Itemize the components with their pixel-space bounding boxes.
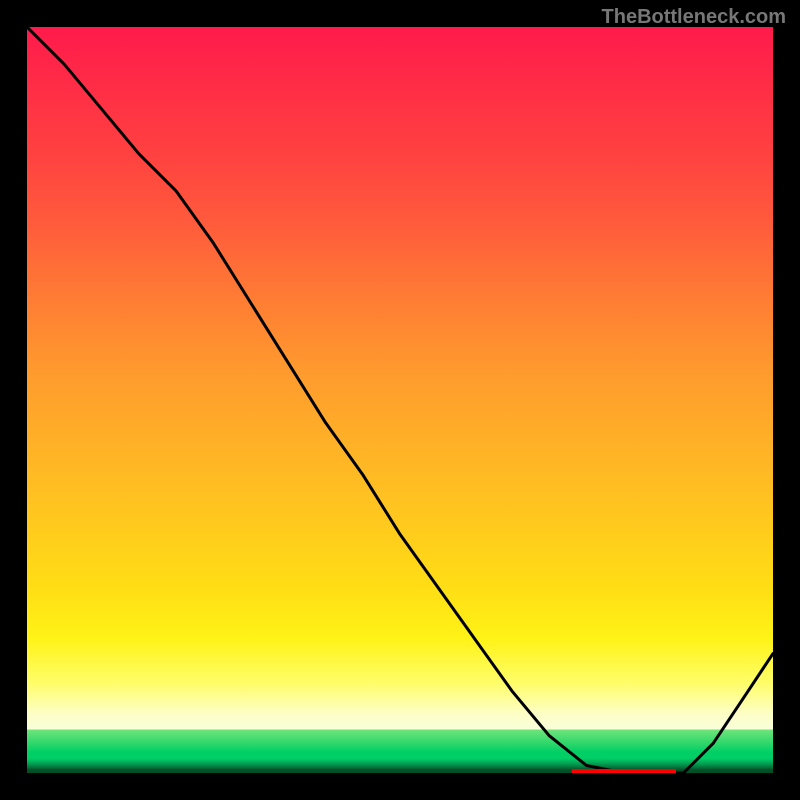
optimum-marker — [572, 769, 676, 773]
chart-plot-area — [27, 27, 773, 773]
watermark-text: TheBottleneck.com — [602, 6, 786, 29]
page-root: TheBottleneck.com — [0, 0, 800, 800]
chart-marker-layer — [27, 27, 773, 773]
